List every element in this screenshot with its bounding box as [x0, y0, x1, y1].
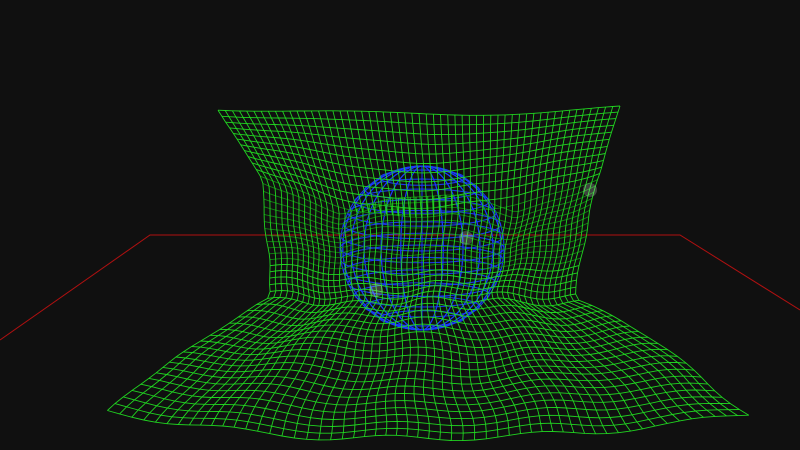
simulation-viewport[interactable] — [0, 0, 800, 450]
cloth-specular-highlight — [583, 183, 597, 197]
cloth-simulation-canvas[interactable] — [0, 0, 800, 450]
cloth-specular-highlight — [369, 283, 383, 297]
cloth-specular-highlight — [459, 231, 473, 245]
